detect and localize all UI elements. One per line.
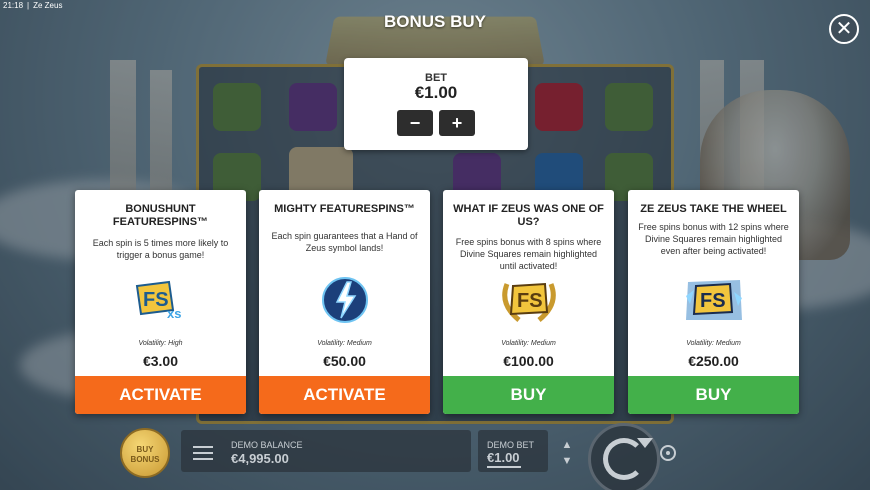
balance-label: DEMO BALANCE <box>231 440 303 450</box>
fs-laurel-icon: FS <box>501 282 556 322</box>
status-bar: 21:18 | Ze Zeus <box>0 0 69 12</box>
menu-icon[interactable] <box>193 446 213 460</box>
svg-text:xs: xs <box>167 306 181 321</box>
fs-xs-icon: FS xs <box>135 280 181 321</box>
bet-increase-button[interactable]: + <box>439 110 475 136</box>
bet-panel: BET €1.00 − + <box>344 58 528 150</box>
buy-button[interactable]: BUY <box>628 376 799 414</box>
activate-button[interactable]: ACTIVATE <box>259 376 430 414</box>
bet-decrease-button[interactable]: − <box>397 110 433 136</box>
card-description: Free spins bonus with 8 spins where Divi… <box>455 237 602 271</box>
autoplay-icon[interactable] <box>660 445 676 461</box>
balance-panel <box>181 430 471 472</box>
spin-button[interactable] <box>588 423 660 490</box>
close-button[interactable]: ✕ <box>829 14 859 44</box>
status-separator: | <box>27 1 30 10</box>
card-price: €250.00 <box>688 353 739 369</box>
bet-down-arrow-icon[interactable]: ▼ <box>560 456 574 467</box>
card-description: Each spin guarantees that a Hand of Zeus… <box>271 231 418 253</box>
card-volatility: Volatility: High <box>138 340 183 347</box>
svg-text:FS: FS <box>517 290 543 312</box>
status-game-name: Ze Zeus <box>33 1 63 10</box>
card-price: €3.00 <box>142 353 179 369</box>
card-title: ZE ZEUS TAKE THE WHEEL <box>640 203 787 215</box>
activate-button[interactable]: ACTIVATE <box>75 376 246 414</box>
card-description: Free spins bonus with 12 spins where Div… <box>638 222 789 256</box>
card-volatility: Volatility: Medium <box>501 340 556 347</box>
fs-lightning-icon: FS <box>685 280 742 320</box>
spin-arrow-tip <box>637 438 653 448</box>
bonus-card-bonushunt: BONUSHUNT FEATURESPINS™ Each spin is 5 t… <box>75 190 246 414</box>
bonus-card-mighty: MIGHTY FEATURESPINS™ Each spin guarantee… <box>259 190 430 414</box>
bonus-card-what-if-zeus: WHAT IF ZEUS WAS ONE OF US? Free spins b… <box>443 190 614 414</box>
balance-value: €4,995.00 <box>231 451 289 466</box>
buy-bonus-label-line1: BUY <box>136 445 154 454</box>
card-title: BONUSHUNT FEATURESPINS™ <box>112 203 209 228</box>
card-volatility: Volatility: Medium <box>317 340 372 347</box>
bet-value: €1.00 <box>414 83 458 102</box>
bonus-card-take-the-wheel: ZE ZEUS TAKE THE WHEEL Free spins bonus … <box>628 190 799 414</box>
card-title: WHAT IF ZEUS WAS ONE OF US? <box>453 203 604 228</box>
svg-text:FS: FS <box>700 290 726 312</box>
svg-text:FS: FS <box>143 289 169 311</box>
demo-bet-label: DEMO BET <box>487 440 535 450</box>
demo-bet-value: €1.00 <box>487 450 520 465</box>
status-time: 21:18 <box>3 1 24 10</box>
card-price: €50.00 <box>323 353 366 369</box>
lightning-hand-icon <box>321 277 368 323</box>
bet-up-arrow-icon[interactable]: ▲ <box>560 440 574 451</box>
buy-bonus-button[interactable]: BUY BONUS <box>120 428 170 478</box>
page-title: BONUS BUY <box>383 12 486 31</box>
bet-underline <box>487 466 521 468</box>
close-icon: ✕ <box>835 18 853 40</box>
buy-button[interactable]: BUY <box>443 376 614 414</box>
card-title: MIGHTY FEATURESPINS™ <box>274 203 415 215</box>
buy-bonus-label-line2: BONUS <box>130 455 160 464</box>
card-description: Each spin is 5 times more likely to trig… <box>92 238 229 260</box>
card-price: €100.00 <box>503 353 554 369</box>
card-volatility: Volatility: Medium <box>686 340 741 347</box>
